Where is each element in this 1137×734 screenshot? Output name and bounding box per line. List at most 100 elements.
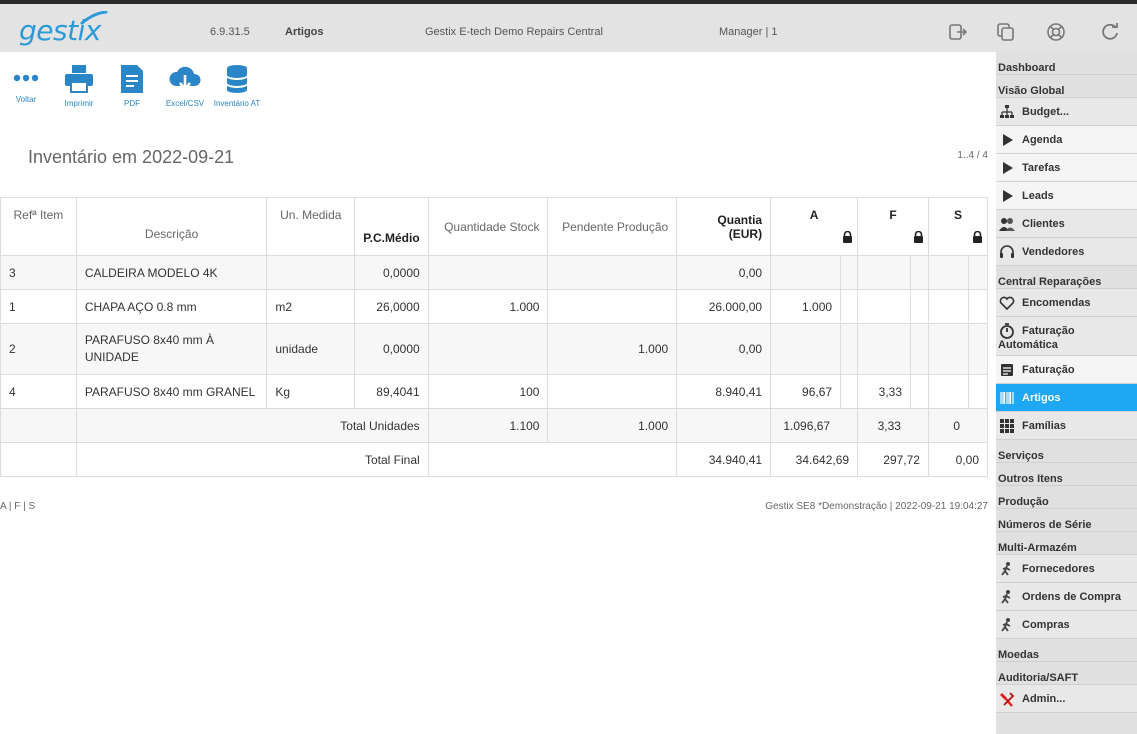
sidebar-item-clientes[interactable]: Clientes [996, 210, 1137, 238]
table-row[interactable]: 4 PARAFUSO 8x40 mm GRANEL Kg 89,4041 100… [0, 374, 989, 409]
col-header-s[interactable]: S [927, 197, 989, 256]
col-header-quantidade[interactable]: Quantidade Stock [427, 197, 549, 256]
col-header-pendente[interactable]: Pendente Produção [547, 197, 678, 256]
inventory-table: Refª Item Descrição Un. Medida P.C.Médio… [0, 197, 989, 477]
sidebar-item-central-reparacoes[interactable]: Central Reparações [996, 266, 1137, 289]
play-icon [1003, 134, 1013, 146]
lock-icon[interactable] [913, 231, 924, 243]
sidebar-item-label: Visão Global [998, 85, 1065, 97]
total-unidades-label: Total Unidades [75, 408, 429, 443]
cell-quantidade: 100 [427, 374, 549, 409]
cell-unidade [266, 255, 356, 290]
sidebar-item-admin[interactable]: Admin... [996, 685, 1137, 713]
sidebar-item-familias[interactable]: Famílias [996, 412, 1137, 440]
sidebar-item-faturacao[interactable]: Faturação [996, 356, 1137, 384]
sidebar-item-dashboard[interactable]: Dashboard [996, 52, 1137, 75]
sidebar-item-auditoria-saft[interactable]: Auditoria/SAFT [996, 662, 1137, 685]
cell-s-spacer [967, 289, 989, 324]
cell-a: 96,67 [770, 374, 842, 409]
cell-s [927, 374, 969, 409]
sidebar-item-label: Auditoria/SAFT [998, 672, 1079, 684]
app-version: 6.9.31.5 [210, 26, 250, 38]
pdf-label: PDF [124, 99, 140, 108]
total-final-s: 0,00 [927, 442, 989, 477]
table-header-row: Refª Item Descrição Un. Medida P.C.Médio… [0, 197, 989, 256]
cell-a-spacer [840, 289, 859, 324]
sidebar-item-label: Dashboard [998, 62, 1056, 74]
sidebar-item-tarefas[interactable]: Tarefas [996, 154, 1137, 182]
cell-a [770, 255, 842, 290]
worker-icon [1001, 618, 1011, 632]
help-lifebuoy-icon[interactable] [1046, 22, 1066, 42]
sidebar-item-compras[interactable]: Compras [996, 611, 1137, 639]
sidebar-item-agenda[interactable]: Agenda [996, 126, 1137, 154]
total-unidades-s: 0 [927, 408, 989, 443]
stopwatch-icon [1000, 323, 1014, 339]
sidebar-item-visao-global[interactable]: Visão Global [996, 75, 1137, 98]
cell-quantidade [427, 323, 549, 375]
windows-icon[interactable] [996, 22, 1016, 42]
sidebar-item-servicos[interactable]: Serviços [996, 440, 1137, 463]
cell-pendente [547, 374, 678, 409]
sidebar-item-vendedores[interactable]: Vendedores [996, 238, 1137, 266]
sidebar-item-multi-armazem[interactable]: Multi-Armazém [996, 532, 1137, 555]
col-header-a-label: A [809, 208, 819, 222]
current-user[interactable]: Manager | 1 [719, 26, 778, 38]
cell-a-spacer [840, 374, 859, 409]
lock-icon[interactable] [972, 231, 983, 243]
table-row[interactable]: 2 PARAFUSO 8x40 mm À UNIDADE unidade 0,0… [0, 323, 989, 375]
col-header-f[interactable]: F [857, 197, 929, 256]
cell-pendente [547, 255, 678, 290]
col-header-descricao[interactable]: Descrição [75, 197, 268, 256]
col-header-ref[interactable]: Refª Item [0, 197, 77, 256]
total-unidades-quantidade: 1.100 [427, 408, 549, 443]
cell-unidade: unidade [266, 323, 356, 375]
worker-icon [1001, 562, 1011, 576]
company-name: Gestix E-tech Demo Repairs Central [425, 26, 603, 38]
cell-empty [0, 408, 77, 443]
cell-pcmedio: 0,0000 [354, 255, 429, 290]
sidebar-item-ordens-de-compra[interactable]: Ordens de Compra [996, 583, 1137, 611]
lock-icon[interactable] [842, 231, 853, 243]
cell-descricao: PARAFUSO 8x40 mm GRANEL [75, 374, 268, 409]
cell-quantidade [427, 255, 549, 290]
sidebar-item-moedas[interactable]: Moedas [996, 639, 1137, 662]
cell-f [857, 255, 911, 290]
sidebar-item-label: Fornecedores [1022, 563, 1095, 575]
cell-a-spacer [840, 255, 859, 290]
total-unidades-pendente: 1.000 [547, 408, 678, 443]
sidebar-item-label: Budget... [1022, 106, 1070, 118]
sidebar-item-outros-itens[interactable]: Outros Itens [996, 463, 1137, 486]
sidebar-nav: Dashboard Visão Global Budget... Agenda Tare… [996, 52, 1137, 734]
excel-csv-button[interactable]: Excel/CSV [155, 64, 215, 108]
cell-f: 3,33 [857, 374, 911, 409]
sidebar-item-fornecedores[interactable]: Fornecedores [996, 555, 1137, 583]
cell-pcmedio: 26,0000 [354, 289, 429, 324]
table-row[interactable]: 1 CHAPA AÇO 0.8 mm m2 26,0000 1.000 26.0… [0, 289, 989, 324]
sidebar-item-leads[interactable]: Leads [996, 182, 1137, 210]
cell-a [770, 323, 842, 375]
logout-icon[interactable] [948, 22, 968, 42]
col-header-a[interactable]: A [770, 197, 859, 256]
voltar-label: Voltar [15, 95, 37, 104]
printer-icon [65, 65, 93, 93]
pdf-button[interactable]: PDF [102, 64, 162, 108]
sidebar-item-encomendas[interactable]: Encomendas [996, 289, 1137, 317]
refresh-icon[interactable] [1100, 22, 1120, 42]
col-header-pcmedio[interactable]: P.C.Médio [354, 197, 429, 256]
sidebar-item-budget[interactable]: Budget... [996, 98, 1137, 126]
sidebar-item-artigos[interactable]: Artigos [996, 384, 1137, 412]
sidebar-item-faturacao-automatica[interactable]: Faturação Automática [996, 317, 1137, 356]
database-icon [227, 65, 247, 93]
col-header-quantia[interactable]: Quantia (EUR) [676, 197, 772, 256]
cloud-download-icon [169, 66, 201, 92]
sidebar-item-label: Artigos [1022, 392, 1061, 404]
inventario-at-button[interactable]: Inventário AT [207, 64, 267, 108]
cell-quantia: 0,00 [676, 255, 772, 290]
voltar-button[interactable]: Voltar [0, 64, 56, 104]
table-row[interactable]: 3 CALDEIRA MODELO 4K 0,0000 0,00 [0, 255, 989, 290]
sidebar-item-producao[interactable]: Produção [996, 486, 1137, 509]
col-header-unidade[interactable]: Un. Medida [266, 197, 356, 256]
imprimir-button[interactable]: Imprimir [49, 64, 109, 108]
sidebar-item-numeros-de-serie[interactable]: Números de Série [996, 509, 1137, 532]
